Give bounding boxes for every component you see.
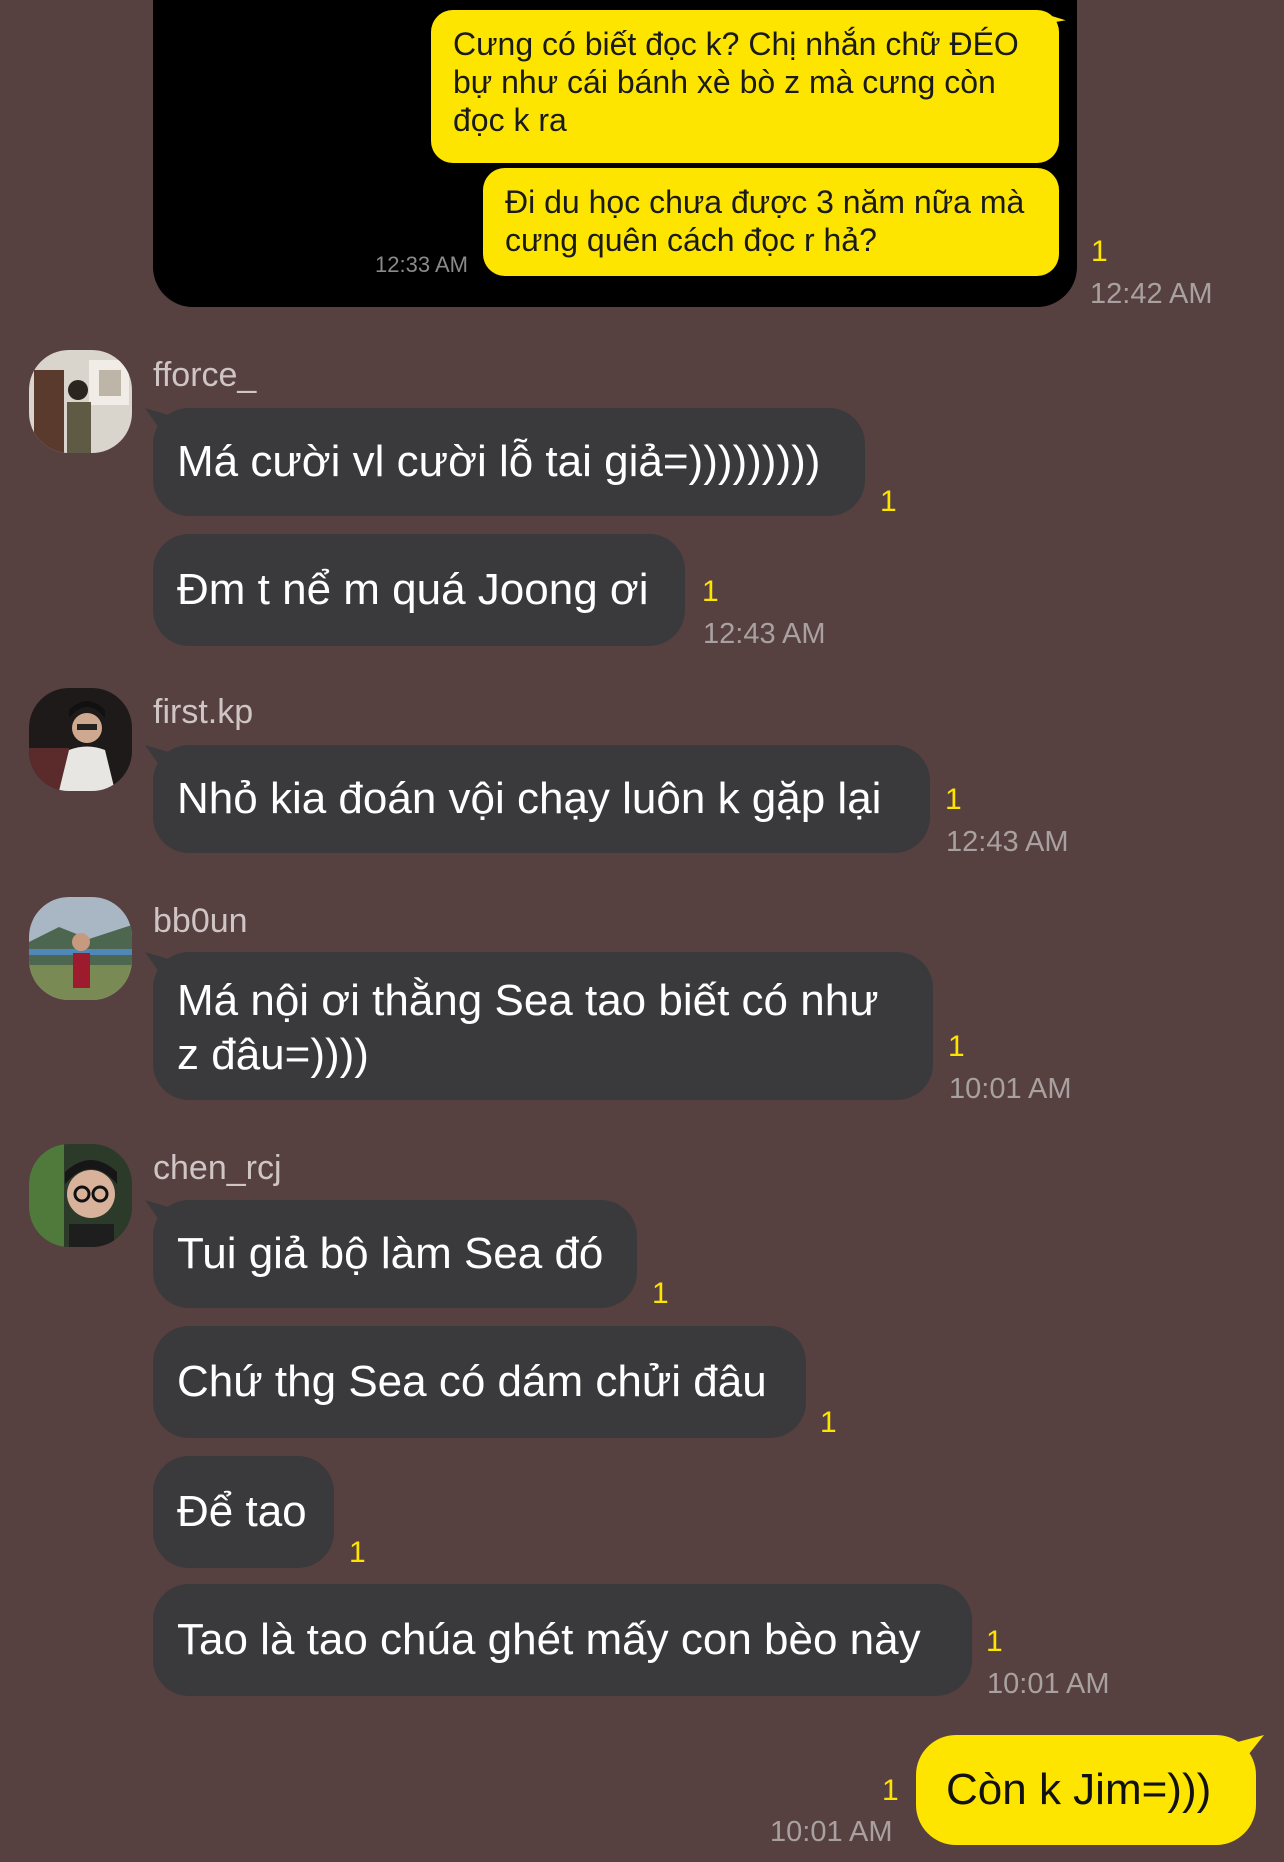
avatar-bb0un[interactable] [29, 897, 132, 1000]
unread-count: 1 [882, 1774, 899, 1807]
message-time: 12:42 AM [1090, 278, 1213, 310]
unread-count: 1 [880, 485, 897, 518]
message-bubble[interactable]: Má nội ơi thằng Sea tao biết có như z đâ… [153, 952, 933, 1100]
message-bubble[interactable]: Má cười vl cười lỗ tai giả=))))))))) [153, 408, 865, 516]
unread-count: 1 [652, 1277, 669, 1310]
username: fforce_ [153, 356, 257, 394]
avatar-first-kp[interactable] [29, 688, 132, 791]
message-bubble[interactable]: Đm t nể m quá Joong ơi [153, 534, 685, 646]
unread-count: 1 [349, 1536, 366, 1569]
unread-count: 1 [702, 575, 719, 608]
username: bb0un [153, 902, 248, 940]
message-time: 12:43 AM [946, 826, 1069, 858]
message-time: 10:01 AM [987, 1668, 1110, 1700]
message-bubble[interactable]: Tao là tao chúa ghét mấy con bèo này [153, 1584, 972, 1696]
unread-count: 1 [1091, 235, 1108, 268]
username: first.kp [153, 693, 254, 731]
unread-count: 1 [986, 1625, 1003, 1658]
message-bubble[interactable]: Chứ thg Sea có dám chửi đâu [153, 1326, 806, 1438]
avatar-chen-rcj[interactable] [29, 1144, 132, 1247]
unread-count: 1 [948, 1030, 965, 1063]
username: chen_rcj [153, 1149, 282, 1187]
my-message-bubble[interactable]: Còn k Jim=))) [916, 1735, 1256, 1845]
unread-count: 1 [945, 783, 962, 816]
shared-image[interactable]: Cưng có biết đọc k? Chị nhắn chữ ĐÉO bự … [153, 0, 1077, 307]
quoted-timestamp: 12:33 AM [375, 252, 468, 277]
avatar-fforce[interactable] [29, 350, 132, 453]
quoted-bubble-1: Cưng có biết đọc k? Chị nhắn chữ ĐÉO bự … [431, 10, 1059, 163]
message-bubble[interactable]: Tui giả bộ làm Sea đó [153, 1200, 637, 1308]
message-time: 12:43 AM [703, 618, 826, 650]
message-bubble[interactable]: Để tao [153, 1456, 334, 1568]
message-bubble[interactable]: Nhỏ kia đoán vội chạy luôn k gặp lại [153, 745, 930, 853]
unread-count: 1 [820, 1406, 837, 1439]
message-time: 10:01 AM [770, 1816, 893, 1848]
quoted-bubble-2: Đi du học chưa được 3 năm nữa mà cưng qu… [483, 168, 1059, 276]
message-time: 10:01 AM [949, 1073, 1072, 1105]
